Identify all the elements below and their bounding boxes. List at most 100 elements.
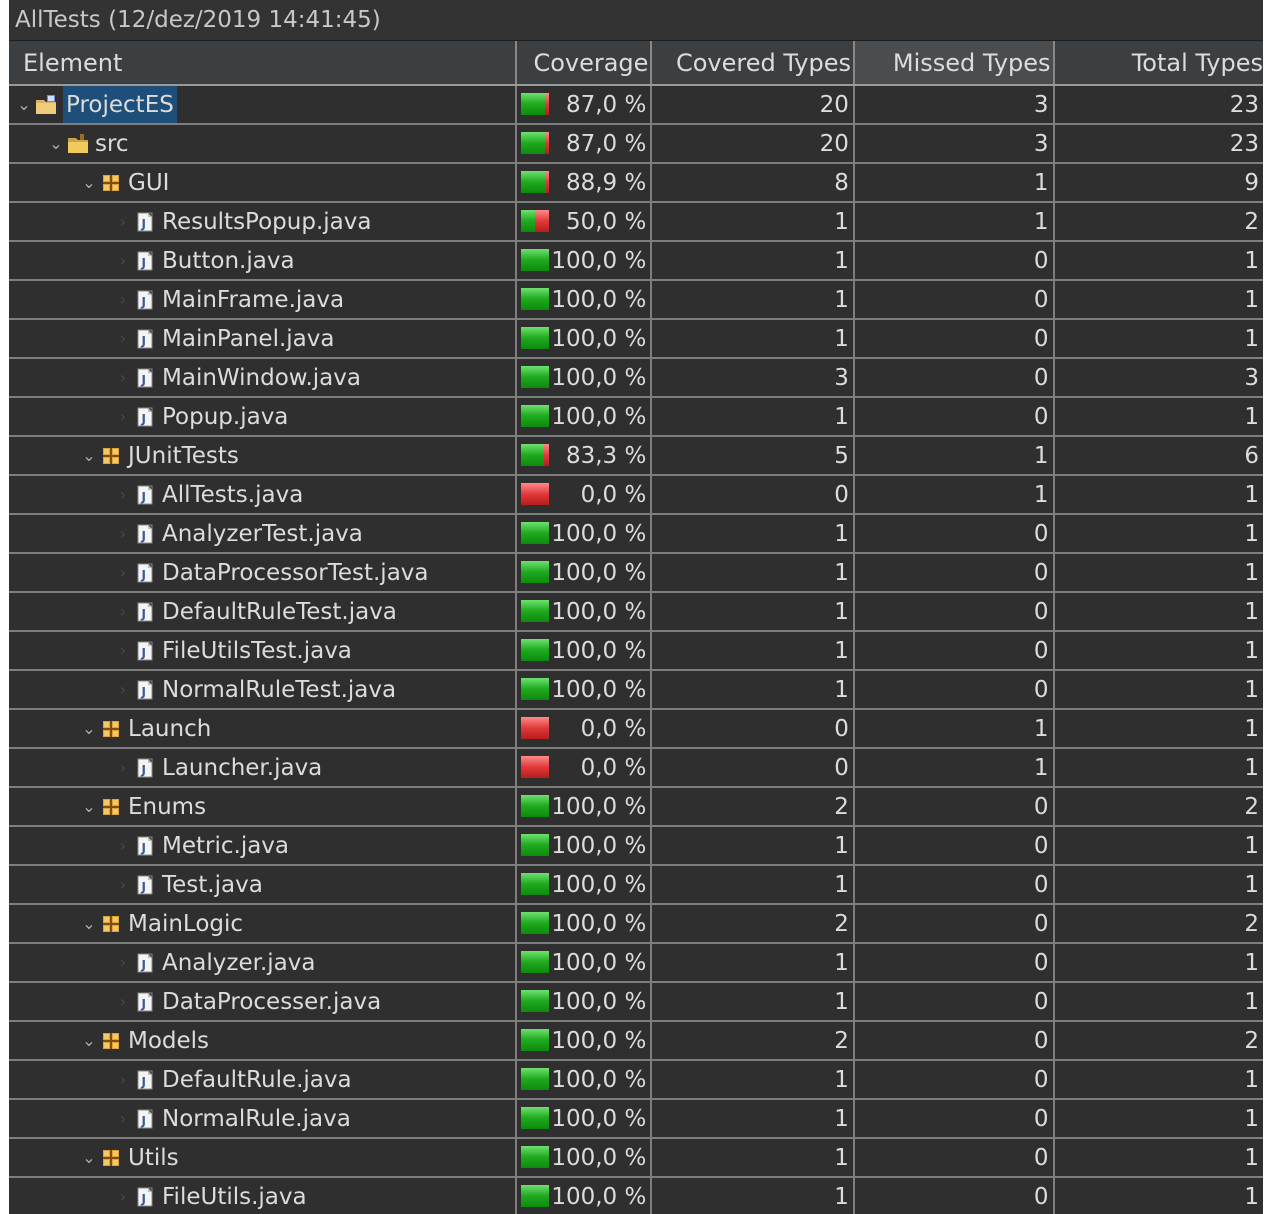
java-file-icon: J — [134, 250, 156, 272]
table-row[interactable]: › J MainPanel.java 100,0 % 1 0 1 — [9, 320, 1263, 359]
java-file-icon: J — [134, 484, 156, 506]
chevron-down-icon[interactable]: ⌄ — [78, 788, 100, 825]
coverage-cell: 100,0 % — [517, 554, 653, 591]
element-cell: › J MainPanel.java — [9, 320, 518, 357]
tree-node: › J Test.java — [112, 866, 263, 903]
column-header-total-types[interactable]: Total Types — [1055, 41, 1263, 84]
missed-types-cell: 0 — [855, 242, 1055, 279]
tree-node: ⌄ GUI — [78, 164, 169, 201]
tree-node: › J Popup.java — [112, 398, 289, 435]
chevron-down-icon[interactable]: ⌄ — [78, 437, 100, 474]
table-row[interactable]: ⌄ ProjectES 87,0 % 20 3 23 — [9, 86, 1263, 125]
coverage-cell: 100,0 % — [517, 320, 653, 357]
chevron-down-icon[interactable]: ⌄ — [78, 710, 100, 747]
covered-types-cell: 0 — [652, 749, 855, 786]
element-cell: › J Test.java — [9, 866, 518, 903]
coverage-bar-covered — [521, 444, 545, 466]
coverage-percent: 0,0 % — [580, 755, 647, 781]
missed-types-cell: 0 — [855, 944, 1055, 981]
table-row[interactable]: › J Metric.java 100,0 % 1 0 1 — [9, 827, 1263, 866]
table-row[interactable]: › J AllTests.java 0,0 % 0 1 1 — [9, 476, 1263, 515]
coverage-percent: 100,0 % — [551, 404, 647, 430]
table-row[interactable]: ⌄ Launch 0,0 % 0 1 1 — [9, 710, 1263, 749]
total-types-cell: 1 — [1244, 1145, 1259, 1171]
table-row[interactable]: ⌄ Enums 100,0 % 2 0 2 — [9, 788, 1263, 827]
table-row[interactable]: › J Analyzer.java 100,0 % 1 0 1 — [9, 944, 1263, 983]
column-header-element[interactable]: Element — [9, 41, 518, 84]
column-header-covered-types[interactable]: Covered Types — [652, 41, 855, 84]
missed-types-cell: 0 — [855, 1178, 1055, 1214]
element-cell: › J DataProcesser.java — [9, 983, 518, 1020]
coverage-bar-covered — [521, 1146, 550, 1168]
table-row[interactable]: ⌄ GUI 88,9 % 8 1 9 — [9, 164, 1263, 203]
package-icon — [100, 172, 122, 194]
package-icon — [100, 1147, 122, 1169]
table-row[interactable]: › J DataProcessorTest.java 100,0 % 1 0 1 — [9, 554, 1263, 593]
table-row[interactable]: › J AnalyzerTest.java 100,0 % 1 0 1 — [9, 515, 1263, 554]
coverage-bar — [521, 639, 550, 661]
chevron-down-icon[interactable]: ⌄ — [78, 1139, 100, 1176]
table-row[interactable]: › J NormalRule.java 100,0 % 1 0 1 — [9, 1100, 1263, 1139]
coverage-bar-covered — [521, 327, 550, 349]
svg-text:J: J — [141, 217, 146, 231]
table-row[interactable]: › J DefaultRuleTest.java 100,0 % 1 0 1 — [9, 593, 1263, 632]
table-row[interactable]: › J Test.java 100,0 % 1 0 1 — [9, 866, 1263, 905]
table-row[interactable]: › J Button.java 100,0 % 1 0 1 — [9, 242, 1263, 281]
covered-types-cell: 0 — [652, 476, 855, 513]
table-row[interactable]: › J Launcher.java 0,0 % 0 1 1 — [9, 749, 1263, 788]
coverage-percent: 100,0 % — [551, 326, 647, 352]
missed-types-cell: 0 — [855, 866, 1055, 903]
tree-node: ⌄ MainLogic — [78, 905, 243, 942]
element-name: MainFrame.java — [162, 286, 345, 313]
table-row[interactable]: › J DefaultRule.java 100,0 % 1 0 1 — [9, 1061, 1263, 1100]
missed-types-cell: 1 — [855, 749, 1055, 786]
covered-types-cell: 1 — [652, 671, 855, 708]
chevron-right-icon: › — [119, 251, 127, 270]
chevron-right-icon: › — [119, 641, 127, 660]
java-file-icon: J — [134, 757, 156, 779]
coverage-bar-covered — [521, 405, 550, 427]
chevron-down-icon[interactable]: ⌄ — [78, 905, 100, 942]
svg-text:J: J — [141, 256, 146, 270]
table-row[interactable]: › J Popup.java 100,0 % 1 0 1 — [9, 398, 1263, 437]
column-header-coverage[interactable]: Coverage — [517, 41, 653, 84]
tree-node: › J MainFrame.java — [112, 281, 344, 318]
chevron-down-icon[interactable]: ⌄ — [45, 125, 67, 162]
table-row[interactable]: › J MainFrame.java 100,0 % 1 0 1 — [9, 281, 1263, 320]
element-cell: › J FileUtils.java — [9, 1178, 518, 1214]
covered-types-cell: 5 — [652, 437, 855, 474]
coverage-percent: 83,3 % — [565, 443, 647, 469]
coverage-cell: 100,0 % — [517, 593, 653, 630]
java-file-icon: J — [134, 679, 156, 701]
chevron-right-icon: › — [119, 602, 127, 621]
chevron-down-icon[interactable]: ⌄ — [78, 164, 100, 201]
covered-types-cell: 1 — [652, 1139, 855, 1176]
missed-types-cell: 0 — [855, 788, 1055, 825]
java-file-icon: J — [134, 952, 156, 974]
table-row[interactable]: › J MainWindow.java 100,0 % 3 0 3 — [9, 359, 1263, 398]
element-cell: › J Metric.java — [9, 827, 518, 864]
coverage-percent: 100,0 % — [551, 1145, 647, 1171]
table-row[interactable]: › J ResultsPopup.java 50,0 % 1 1 2 — [9, 203, 1263, 242]
coverage-percent: 100,0 % — [551, 1184, 647, 1210]
element-cell: ⌄ ProjectES — [9, 86, 518, 123]
table-row[interactable]: ⌄ Models 100,0 % 2 0 2 — [9, 1022, 1263, 1061]
chevron-down-icon[interactable]: ⌄ — [78, 1022, 100, 1059]
total-types-cell: 23 — [1229, 92, 1259, 118]
coverage-bar — [521, 249, 550, 271]
column-header-missed-types[interactable]: ⌄ Missed Types — [854, 41, 1055, 84]
table-row[interactable]: › J FileUtilsTest.java 100,0 % 1 0 1 — [9, 632, 1263, 671]
table-row[interactable]: ⌄ MainLogic 100,0 % 2 0 2 — [9, 905, 1263, 944]
table-row[interactable]: ⌄ JUnitTests 83,3 % 5 1 6 — [9, 437, 1263, 476]
coverage-bar — [521, 990, 550, 1012]
table-row[interactable]: › J NormalRuleTest.java 100,0 % 1 0 1 — [9, 671, 1263, 710]
total-types-cell: 1 — [1244, 989, 1259, 1015]
table-row[interactable]: ⌄ src 87,0 % 20 3 23 — [9, 125, 1263, 164]
table-row[interactable]: › J FileUtils.java 100,0 % 1 0 1 — [9, 1178, 1263, 1214]
table-row[interactable]: › J DataProcesser.java 100,0 % 1 0 1 — [9, 983, 1263, 1022]
chevron-right-icon: › — [119, 1187, 127, 1206]
total-types-cell: 1 — [1244, 248, 1259, 274]
chevron-down-icon[interactable]: ⌄ — [13, 86, 35, 123]
table-row[interactable]: ⌄ Utils 100,0 % 1 0 1 — [9, 1139, 1263, 1178]
coverage-bar — [521, 873, 550, 895]
